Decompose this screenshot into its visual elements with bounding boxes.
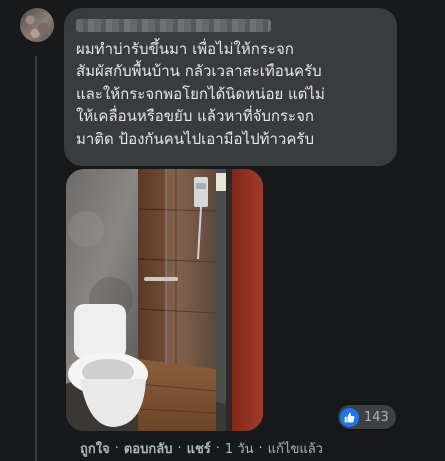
edited-label[interactable]: แก้ไขแล้ว <box>268 438 323 459</box>
separator-dot: · <box>215 440 220 456</box>
share-button[interactable]: แชร์ <box>187 438 211 459</box>
attached-photo[interactable] <box>66 169 263 431</box>
thumbs-up-icon <box>344 412 355 422</box>
reaction-count: 143 <box>364 409 389 425</box>
bathroom-photo <box>66 169 263 431</box>
comment-bubble: ▒▒▒▒▒▒▒▒▒▒▒▒▒▒▒ ผมทำบ่ารับขึ้นมา เพื่อไม… <box>64 8 397 166</box>
reply-button[interactable]: ตอบกลับ <box>124 438 173 459</box>
separator-dot: · <box>114 440 119 456</box>
timestamp[interactable]: 1 วัน <box>225 438 254 459</box>
separator-dot: · <box>177 440 182 456</box>
like-icon <box>340 407 359 427</box>
separator-dot: · <box>258 440 263 456</box>
comment-text: ผมทำบ่ารับขึ้นมา เพื่อไม่ให้กระจก สัมผัส… <box>76 40 325 148</box>
avatar[interactable] <box>20 8 54 42</box>
reaction-summary[interactable]: 143 <box>338 405 396 429</box>
author-name-blurred[interactable]: ▒▒▒▒▒▒▒▒▒▒▒▒▒▒▒ <box>76 19 271 32</box>
comment-actions: ถูกใจ · ตอบกลับ · แชร์ · 1 วัน · แก้ไขแล… <box>80 438 323 458</box>
like-button[interactable]: ถูกใจ <box>80 438 110 459</box>
thread-line <box>35 56 37 461</box>
